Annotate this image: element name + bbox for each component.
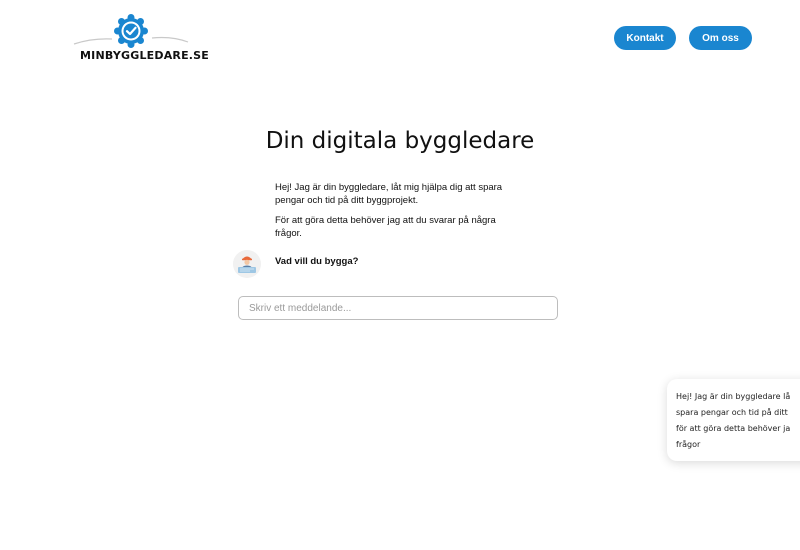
builder-avatar-icon xyxy=(233,250,261,278)
popup-line: spara pengar och tid på ditt xyxy=(676,408,788,417)
logo-text: MINBYGGLEDARE.SE xyxy=(80,49,210,62)
site-logo[interactable]: MINBYGGLEDARE.SE xyxy=(72,12,209,67)
kontakt-button[interactable]: Kontakt xyxy=(614,26,676,50)
bot-question: Vad vill du bygga? xyxy=(275,256,359,267)
bot-message: För att göra detta behöver jag att du sv… xyxy=(275,215,496,239)
page-title: Din digitala byggledare xyxy=(265,128,535,154)
message-input[interactable] xyxy=(238,296,558,320)
chat-preview-popup[interactable]: Hej! Jag är din byggledare lå spara peng… xyxy=(667,379,800,461)
bot-message: Hej! Jag är din byggledare, låt mig hjäl… xyxy=(275,182,503,206)
page: MINBYGGLEDARE.SE Kontakt Om oss Din digi… xyxy=(0,0,800,550)
popup-line: för att göra detta behöver ja xyxy=(676,424,791,433)
om-oss-button[interactable]: Om oss xyxy=(689,26,752,50)
popup-line: frågor xyxy=(676,440,701,449)
popup-line: Hej! Jag är din byggledare lå xyxy=(676,392,791,401)
checkmark-badge-icon xyxy=(114,14,148,48)
popup-text: Hej! Jag är din byggledare lå spara peng… xyxy=(676,389,800,453)
bot-avatar xyxy=(233,250,261,278)
